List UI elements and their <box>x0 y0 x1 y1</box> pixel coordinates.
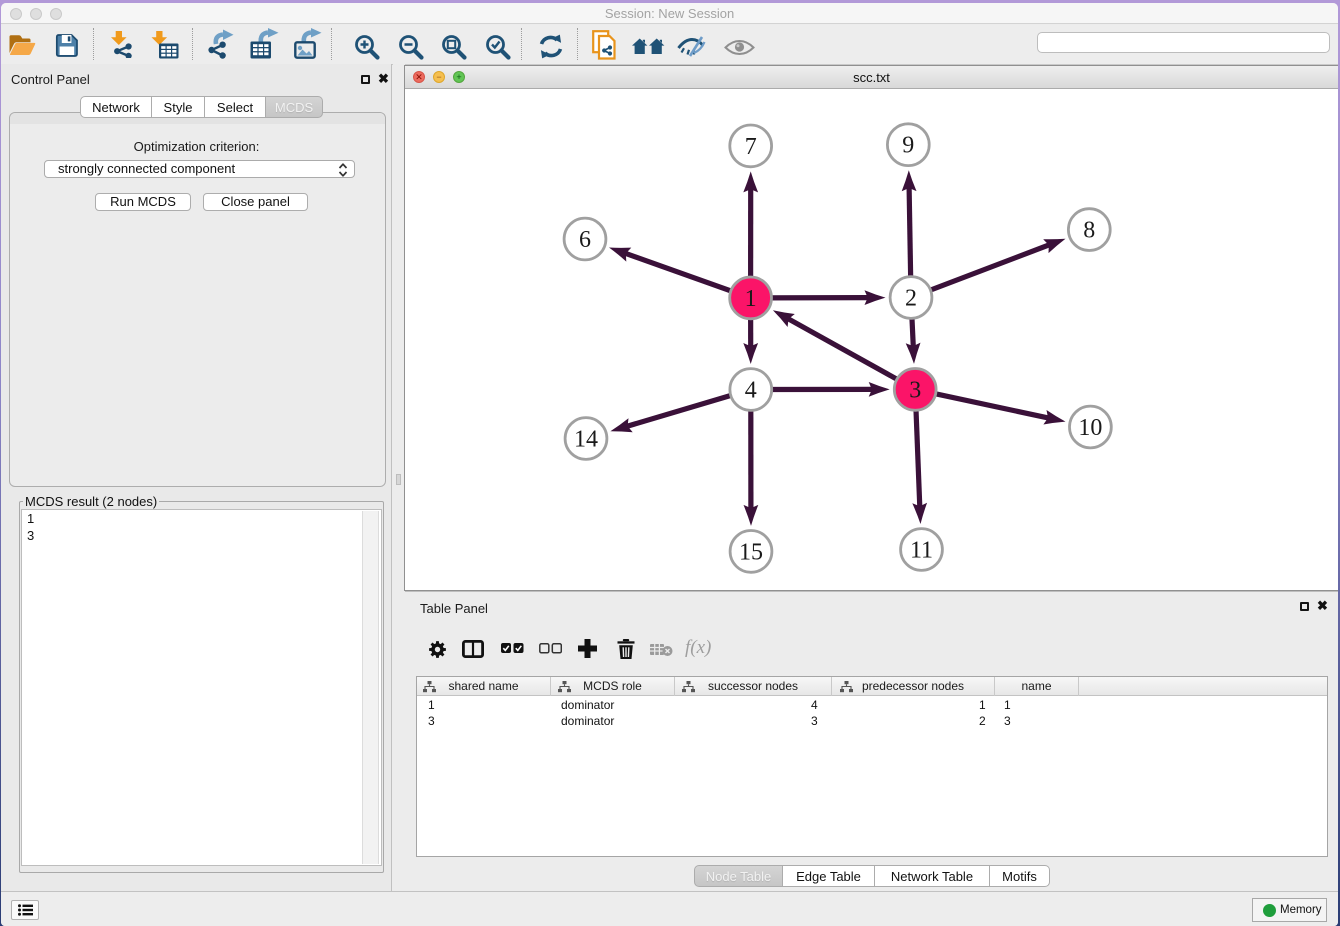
svg-text:7: 7 <box>745 134 757 160</box>
svg-text:3: 3 <box>909 377 921 403</box>
svg-text:11: 11 <box>910 538 933 564</box>
svg-text:6: 6 <box>579 227 591 253</box>
svg-text:1: 1 <box>745 286 757 312</box>
svg-text:4: 4 <box>745 378 757 404</box>
svg-text:2: 2 <box>905 286 917 312</box>
svg-text:9: 9 <box>902 133 914 159</box>
svg-text:10: 10 <box>1078 415 1102 441</box>
svg-text:8: 8 <box>1083 218 1095 244</box>
svg-text:14: 14 <box>574 427 598 453</box>
svg-text:15: 15 <box>739 539 763 565</box>
